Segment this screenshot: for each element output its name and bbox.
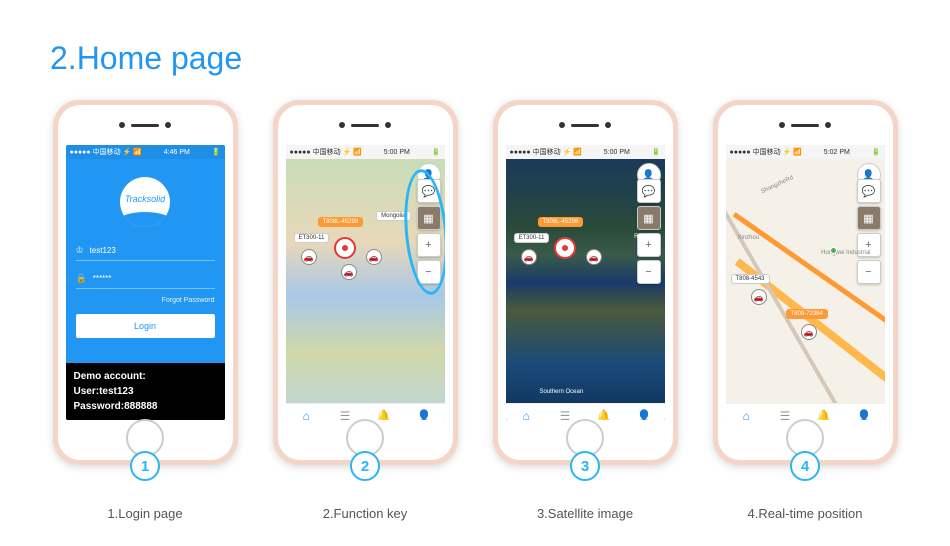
list-icon: ☰: [560, 409, 571, 421]
forgot-password-link[interactable]: Forgot Password: [76, 297, 215, 304]
chat-icon[interactable]: 💬: [857, 179, 881, 203]
list-icon: ☰: [340, 409, 351, 421]
step-badge-1: 1: [130, 451, 160, 481]
vehicle-icon[interactable]: 🚗: [586, 249, 602, 265]
nav-home[interactable]: ⌂Home: [518, 409, 534, 421]
map-satellite-screen: ●●●●● 中国移动 ⚡ 📶 5:00 PM 🔋 👤 💬 ▦ + −: [506, 145, 665, 420]
bottom-nav: ⌂Home ☰List 🔔Alarm 👤Mine: [286, 403, 445, 420]
zoom-out-button[interactable]: −: [637, 260, 661, 284]
nav-alarm[interactable]: 🔔Alarm: [376, 409, 392, 421]
nav-mine[interactable]: 👤Mine: [637, 409, 652, 421]
zoom-out-button[interactable]: −: [857, 260, 881, 284]
phone-col-4: ●●●●● 中国移动 ⚡ 📶 5:02 PM 🔋 👤 💬 ▦: [705, 100, 905, 521]
carrier-label: ●●●●● 中国移动 ⚡ 📶: [290, 147, 362, 157]
street-map[interactable]: 👤 💬 ▦ + − ShangzheRd Xinzhou Hongwei Ind…: [726, 159, 885, 420]
user-icon: 👤: [637, 409, 652, 421]
place-label: Hongwei Industrial: [817, 249, 874, 257]
ocean-label: Southern Ocean: [536, 388, 588, 396]
device-label[interactable]: T808L-45298: [538, 217, 584, 227]
vehicle-icon[interactable]: 🚗: [751, 289, 767, 305]
caption-4: 4.Real-time position: [748, 506, 863, 521]
login-button[interactable]: Login: [76, 314, 215, 338]
satellite-map[interactable]: 👤 💬 ▦ + − T808L-45298 ET300-11 Russia: [506, 159, 665, 420]
list-icon: ☰: [780, 409, 791, 421]
step-badge-3: 3: [570, 451, 600, 481]
nav-list[interactable]: ☰List: [560, 409, 571, 421]
password-field[interactable]: 🔒******: [76, 269, 215, 289]
phone-col-1: ●●●●● 中国移动 ⚡ 📶 4:46 PM 🔋 Tracksolid ♔tes…: [45, 100, 245, 521]
vehicle-icon[interactable]: 🚗: [341, 264, 357, 280]
vehicle-icon[interactable]: 🚗: [521, 249, 537, 265]
time-label: 4:46 PM: [164, 149, 190, 156]
device-label[interactable]: T808-4543: [731, 274, 770, 284]
lock-icon: 🔒: [76, 273, 87, 284]
home-icon: ⌂: [523, 409, 530, 421]
username-field[interactable]: ♔test123: [76, 241, 215, 261]
nav-mine[interactable]: 👤Mine: [857, 409, 872, 421]
chat-icon[interactable]: 💬: [637, 179, 661, 203]
login-screen: ●●●●● 中国移动 ⚡ 📶 4:46 PM 🔋 Tracksolid ♔tes…: [66, 145, 225, 420]
vehicle-icon[interactable]: 🚗: [366, 249, 382, 265]
device-label[interactable]: T808-72384: [786, 309, 828, 319]
battery-icon: 🔋: [432, 148, 441, 156]
road-label: ShangzheRd: [756, 172, 798, 197]
caption-1: 1.Login page: [107, 506, 182, 521]
location-pin-icon[interactable]: [334, 237, 356, 259]
phone-frame: ●●●●● 中国移动 ⚡ 📶 4:46 PM 🔋 Tracksolid ♔tes…: [53, 100, 238, 465]
battery-icon: 🔋: [872, 148, 881, 156]
section-heading: 2.Home page: [50, 40, 242, 77]
phone-frame: ●●●●● 中国移动 ⚡ 📶 5:02 PM 🔋 👤 💬 ▦: [713, 100, 898, 465]
phone-frame: ●●●●● 中国移动 ⚡ 📶 5:00 PM 🔋 👤 💬 ▦ + −: [273, 100, 458, 465]
nav-alarm[interactable]: 🔔Alarm: [816, 409, 832, 421]
map-standard-screen: ●●●●● 中国移动 ⚡ 📶 5:00 PM 🔋 👤 💬 ▦ + −: [286, 145, 445, 420]
time-label: 5:02 PM: [824, 149, 850, 156]
carrier-label: ●●●●● 中国移动 ⚡ 📶: [510, 147, 582, 157]
carrier-label: ●●●●● 中国移动 ⚡ 📶: [730, 147, 802, 157]
carrier-label: ●●●●● 中国移动 ⚡ 📶: [70, 147, 142, 157]
region-label: Russia: [630, 233, 656, 241]
map-street-screen: ●●●●● 中国移动 ⚡ 📶 5:02 PM 🔋 👤 💬 ▦: [726, 145, 885, 420]
road-label: Xinzhou: [734, 234, 764, 242]
battery-icon: 🔋: [212, 148, 221, 156]
caption-3: 3.Satellite image: [537, 506, 633, 521]
layers-button[interactable]: ▦: [637, 206, 661, 230]
bell-icon: 🔔: [596, 409, 611, 421]
caption-2: 2.Function key: [323, 506, 408, 521]
bell-icon: 🔔: [376, 409, 391, 421]
vehicle-icon[interactable]: 🚗: [301, 249, 317, 265]
phone-col-2: ●●●●● 中国移动 ⚡ 📶 5:00 PM 🔋 👤 💬 ▦ + −: [265, 100, 465, 521]
user-icon: 👤: [417, 409, 432, 421]
nav-mine[interactable]: 👤Mine: [417, 409, 432, 421]
time-label: 5:00 PM: [384, 149, 410, 156]
nav-alarm[interactable]: 🔔Alarm: [596, 409, 612, 421]
device-label[interactable]: T808L-45298: [318, 217, 364, 227]
nav-home[interactable]: ⌂Home: [298, 409, 314, 421]
battery-icon: 🔋: [652, 148, 661, 156]
nav-list[interactable]: ☰List: [340, 409, 351, 421]
phone-frame: ●●●●● 中国移动 ⚡ 📶 5:00 PM 🔋 👤 💬 ▦ + −: [493, 100, 678, 465]
world-map[interactable]: 👤 💬 ▦ + − T808L-45298 ET300-11 Mongolia: [286, 159, 445, 420]
demo-account-box: Demo account: User:test123 Password:8888…: [66, 363, 225, 420]
bell-icon: 🔔: [816, 409, 831, 421]
app-logo: Tracksolid: [120, 177, 170, 227]
time-label: 5:00 PM: [604, 149, 630, 156]
device-label[interactable]: ET300-11: [514, 233, 550, 243]
location-pin-icon[interactable]: [554, 237, 576, 259]
nav-list[interactable]: ☰List: [780, 409, 791, 421]
user-icon: ♔: [76, 245, 84, 256]
home-icon: ⌂: [303, 409, 310, 421]
step-badge-2: 2: [350, 451, 380, 481]
nav-home[interactable]: ⌂Home: [738, 409, 754, 421]
phone-col-3: ●●●●● 中国移动 ⚡ 📶 5:00 PM 🔋 👤 💬 ▦ + −: [485, 100, 685, 521]
vehicle-icon[interactable]: 🚗: [801, 324, 817, 340]
user-icon: 👤: [857, 409, 872, 421]
layers-button[interactable]: ▦: [857, 206, 881, 230]
step-badge-4: 4: [790, 451, 820, 481]
home-icon: ⌂: [743, 409, 750, 421]
bottom-nav: ⌂Home ☰List 🔔Alarm 👤Mine: [506, 403, 665, 420]
device-label[interactable]: ET300-11: [294, 233, 330, 243]
bottom-nav: ⌂Home ☰List 🔔Alarm 👤Mine: [726, 403, 885, 420]
poi-marker: [830, 247, 837, 254]
phones-row: ●●●●● 中国移动 ⚡ 📶 4:46 PM 🔋 Tracksolid ♔tes…: [45, 100, 905, 521]
